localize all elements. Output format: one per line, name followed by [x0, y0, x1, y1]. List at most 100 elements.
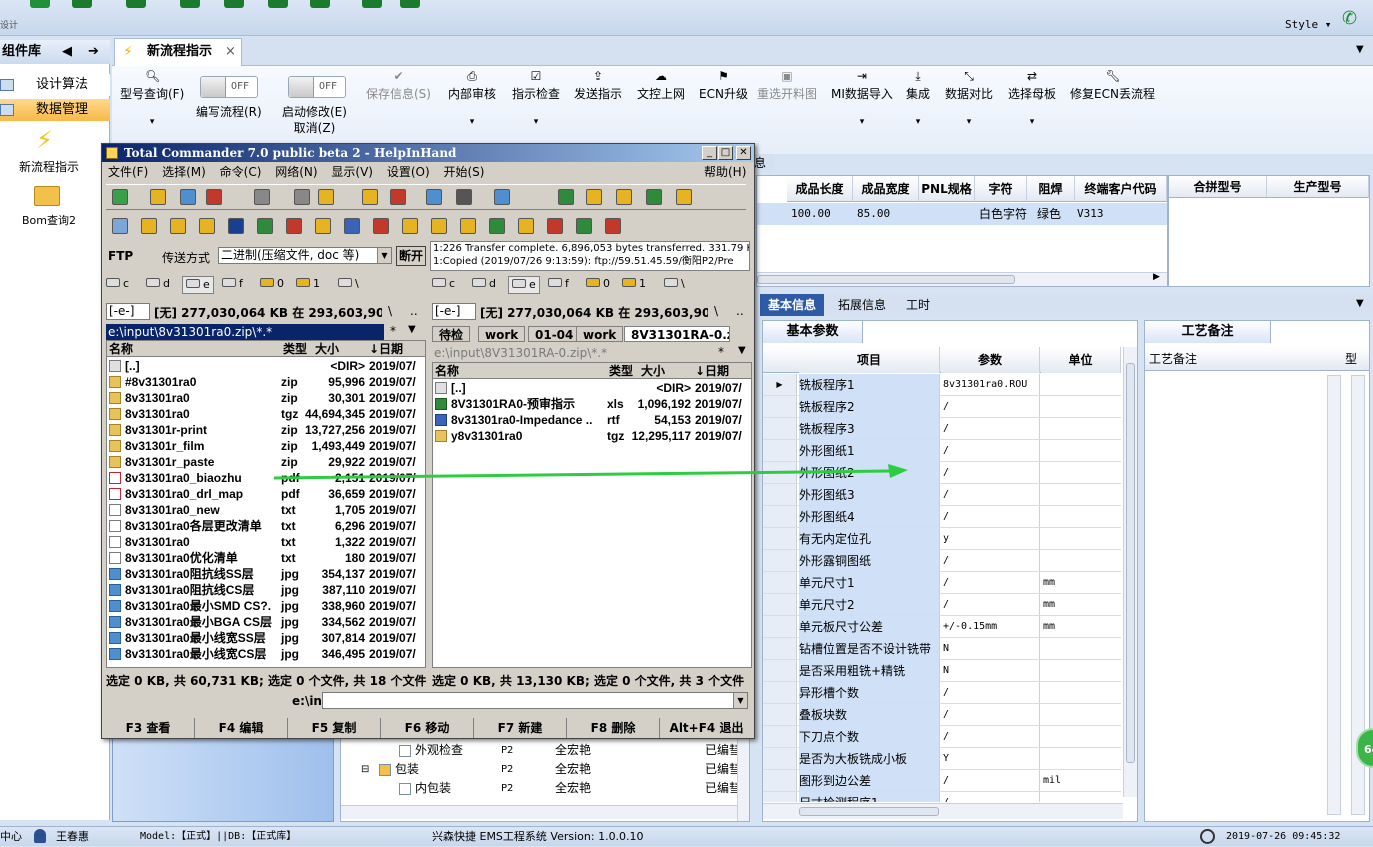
shortcut-icon[interactable] [547, 218, 563, 234]
scroll-right-icon[interactable]: ▶ [1153, 272, 1160, 282]
menu-select[interactable]: 选择(M) [162, 165, 206, 179]
drive-button[interactable]: f [222, 276, 243, 292]
save-info-button[interactable]: ✔ 保存信息(S) [366, 70, 431, 102]
file-row[interactable]: 8v31301ra0 tgz 44,694,345 2019/07/ [107, 406, 425, 422]
right-path[interactable]: e:\input\8V31301RA-0.zip\*.* [432, 345, 716, 361]
function-key-button[interactable]: F6 移动 [381, 718, 474, 738]
param-value[interactable]: / [941, 682, 1040, 703]
folder-icon[interactable] [616, 189, 632, 205]
url-icon[interactable] [456, 189, 472, 205]
file-row[interactable]: 8v31301ra0 zip 30,301 2019/07/ [107, 390, 425, 406]
drive-button[interactable]: 0 [586, 276, 610, 292]
param-row[interactable]: 钻槽位置是否不设计铣带 N [763, 638, 1121, 660]
col-header[interactable]: 字符 [975, 176, 1027, 202]
ecn-upgrade-button[interactable]: ⚑ ECN升级 [699, 70, 748, 102]
horizontal-scrollbar[interactable]: ▶ [757, 272, 1167, 286]
file-row[interactable]: #8v31301ra0 zip 95,996 2019/07/ [107, 374, 425, 390]
scroll-thumb[interactable] [757, 275, 1015, 284]
integrate-button[interactable]: ⤓ 集成 ▾ [906, 70, 930, 130]
param-value[interactable]: / [941, 418, 1040, 439]
drive-button[interactable]: c [432, 276, 455, 292]
repair-ecn-button[interactable]: 🔧︎ 修复ECN丢流程 [1070, 70, 1155, 102]
param-unit[interactable]: mm [1041, 572, 1121, 593]
col-header[interactable]: 阻焊 [1027, 176, 1075, 202]
dropdown-icon[interactable]: ▼ [1356, 298, 1364, 309]
refresh-icon[interactable] [112, 189, 128, 205]
param-value[interactable]: / [941, 704, 1040, 725]
select-icon[interactable] [254, 189, 270, 205]
chart-icon[interactable] [310, 0, 330, 8]
param-row[interactable]: 单元尺寸2/mm [763, 594, 1121, 616]
function-key-button[interactable]: F5 复制 [288, 718, 381, 738]
file-row[interactable]: 8v31301ra0 txt 1,322 2019/07/ [107, 534, 425, 550]
lightning-icon[interactable]: ⚡ [36, 126, 53, 154]
shortcut-icon[interactable] [286, 218, 302, 234]
menu-config[interactable]: 设置(O) [387, 165, 430, 179]
file-row[interactable]: 8v31301ra0阻抗线CS层 jpg 387,110 2019/07/ [107, 582, 425, 598]
detail-view-icon[interactable] [180, 189, 196, 205]
param-row[interactable]: 外形图纸3/ [763, 484, 1121, 506]
model-query-button[interactable]: 🔍︎ 型号查询(F) ▾ [120, 70, 184, 130]
tc-title-bar[interactable]: Total Commander 7.0 public beta 2 - Help… [102, 144, 754, 162]
left-path[interactable]: e:\input\8v31301ra0.zip\*.* [106, 324, 384, 340]
col-header[interactable]: 终端客户代码 [1075, 176, 1167, 202]
param-row[interactable]: ▶ 铣板程序1 8v31301ra0.ROU [763, 374, 1121, 396]
param-row[interactable]: 单元尺寸1/mm [763, 572, 1121, 594]
menu-help[interactable]: 帮助(H) [704, 164, 746, 180]
notepad-icon[interactable] [558, 189, 574, 205]
user-icon[interactable] [362, 0, 382, 8]
param-value[interactable]: / [941, 440, 1040, 461]
param-row[interactable]: 图形到边公差 / mil [763, 770, 1121, 792]
file-row[interactable]: 8v31301ra0各层更改清单 txt 6,296 2019/07/ [107, 518, 425, 534]
param-row[interactable]: 异形槽个数 / [763, 682, 1121, 704]
param-value[interactable]: N [941, 638, 1040, 659]
param-row[interactable]: 单元板尺寸公差 +/-0.15mm mm [763, 616, 1121, 638]
shortcut-icon[interactable] [489, 218, 505, 234]
col-type[interactable]: 类型 [283, 341, 307, 357]
param-value[interactable]: / [941, 550, 1040, 571]
param-value[interactable]: / [941, 506, 1040, 527]
col-name[interactable]: 名称 [435, 363, 459, 379]
col-header[interactable]: 成品宽度 [853, 176, 919, 202]
grid-icon[interactable] [126, 0, 146, 8]
scroll-thumb[interactable] [799, 807, 939, 816]
col-type[interactable]: 类型 [609, 363, 633, 379]
expand-icon[interactable]: ⊟ [361, 760, 369, 779]
param-row[interactable]: 是否为大板铣成小板 Y [763, 748, 1121, 770]
history-button[interactable]: * [718, 345, 724, 359]
param-unit[interactable]: mil [1041, 770, 1121, 791]
chevron-down-icon[interactable]: ▼ [733, 693, 747, 708]
param-row[interactable]: 铣板程序3/ [763, 418, 1121, 440]
col-size[interactable]: 大小 [641, 363, 665, 379]
param-row[interactable]: 下刀点个数 / [763, 726, 1121, 748]
menu-file[interactable]: 文件(F) [108, 165, 148, 179]
menu-show[interactable]: 显示(V) [331, 165, 373, 179]
select-master-board-button[interactable]: ⇄ 选择母板 ▾ [1008, 70, 1056, 130]
left-item-design-algorithm[interactable]: 设计算法 [0, 74, 110, 96]
unpack-icon[interactable] [390, 189, 406, 205]
internal-review-button[interactable]: ⎙ 内部审核 ▾ [448, 70, 496, 130]
file-row[interactable]: [..] <DIR> 2019/07/ [107, 358, 425, 374]
param-row[interactable]: 尺寸检测程序1/ [763, 792, 1121, 802]
folder-tab[interactable]: work [576, 326, 624, 342]
data-compare-button[interactable]: ⤡ 数据对比 ▾ [945, 70, 993, 130]
param-row[interactable]: 叠板块数 / [763, 704, 1121, 726]
excel-icon[interactable] [586, 189, 602, 205]
file-row[interactable]: [..] <DIR> 2019/07/ [433, 380, 751, 396]
col-date[interactable]: ↓日期 [695, 363, 729, 379]
param-value[interactable]: / [941, 792, 1040, 802]
param-value[interactable]: y [941, 528, 1040, 549]
param-value[interactable]: 8v31301ra0.ROU [941, 374, 1040, 395]
back-icon[interactable] [294, 189, 310, 205]
tab-basic-info[interactable]: 基本信息 [760, 294, 825, 316]
command-line-input[interactable]: ▼ [322, 692, 748, 709]
scroll-thumb[interactable] [1126, 363, 1135, 763]
pin-icon[interactable]: ➔ [88, 40, 99, 64]
param-value[interactable]: / [941, 594, 1040, 615]
tab-list-dropdown-icon[interactable]: ▼ [1356, 44, 1364, 55]
shortcut-icon[interactable] [170, 218, 186, 234]
function-key-button[interactable]: F4 编辑 [195, 718, 288, 738]
shortcut-icon[interactable] [199, 218, 215, 234]
param-value[interactable]: / [941, 462, 1040, 483]
menu-network[interactable]: 网络(N) [275, 165, 317, 179]
